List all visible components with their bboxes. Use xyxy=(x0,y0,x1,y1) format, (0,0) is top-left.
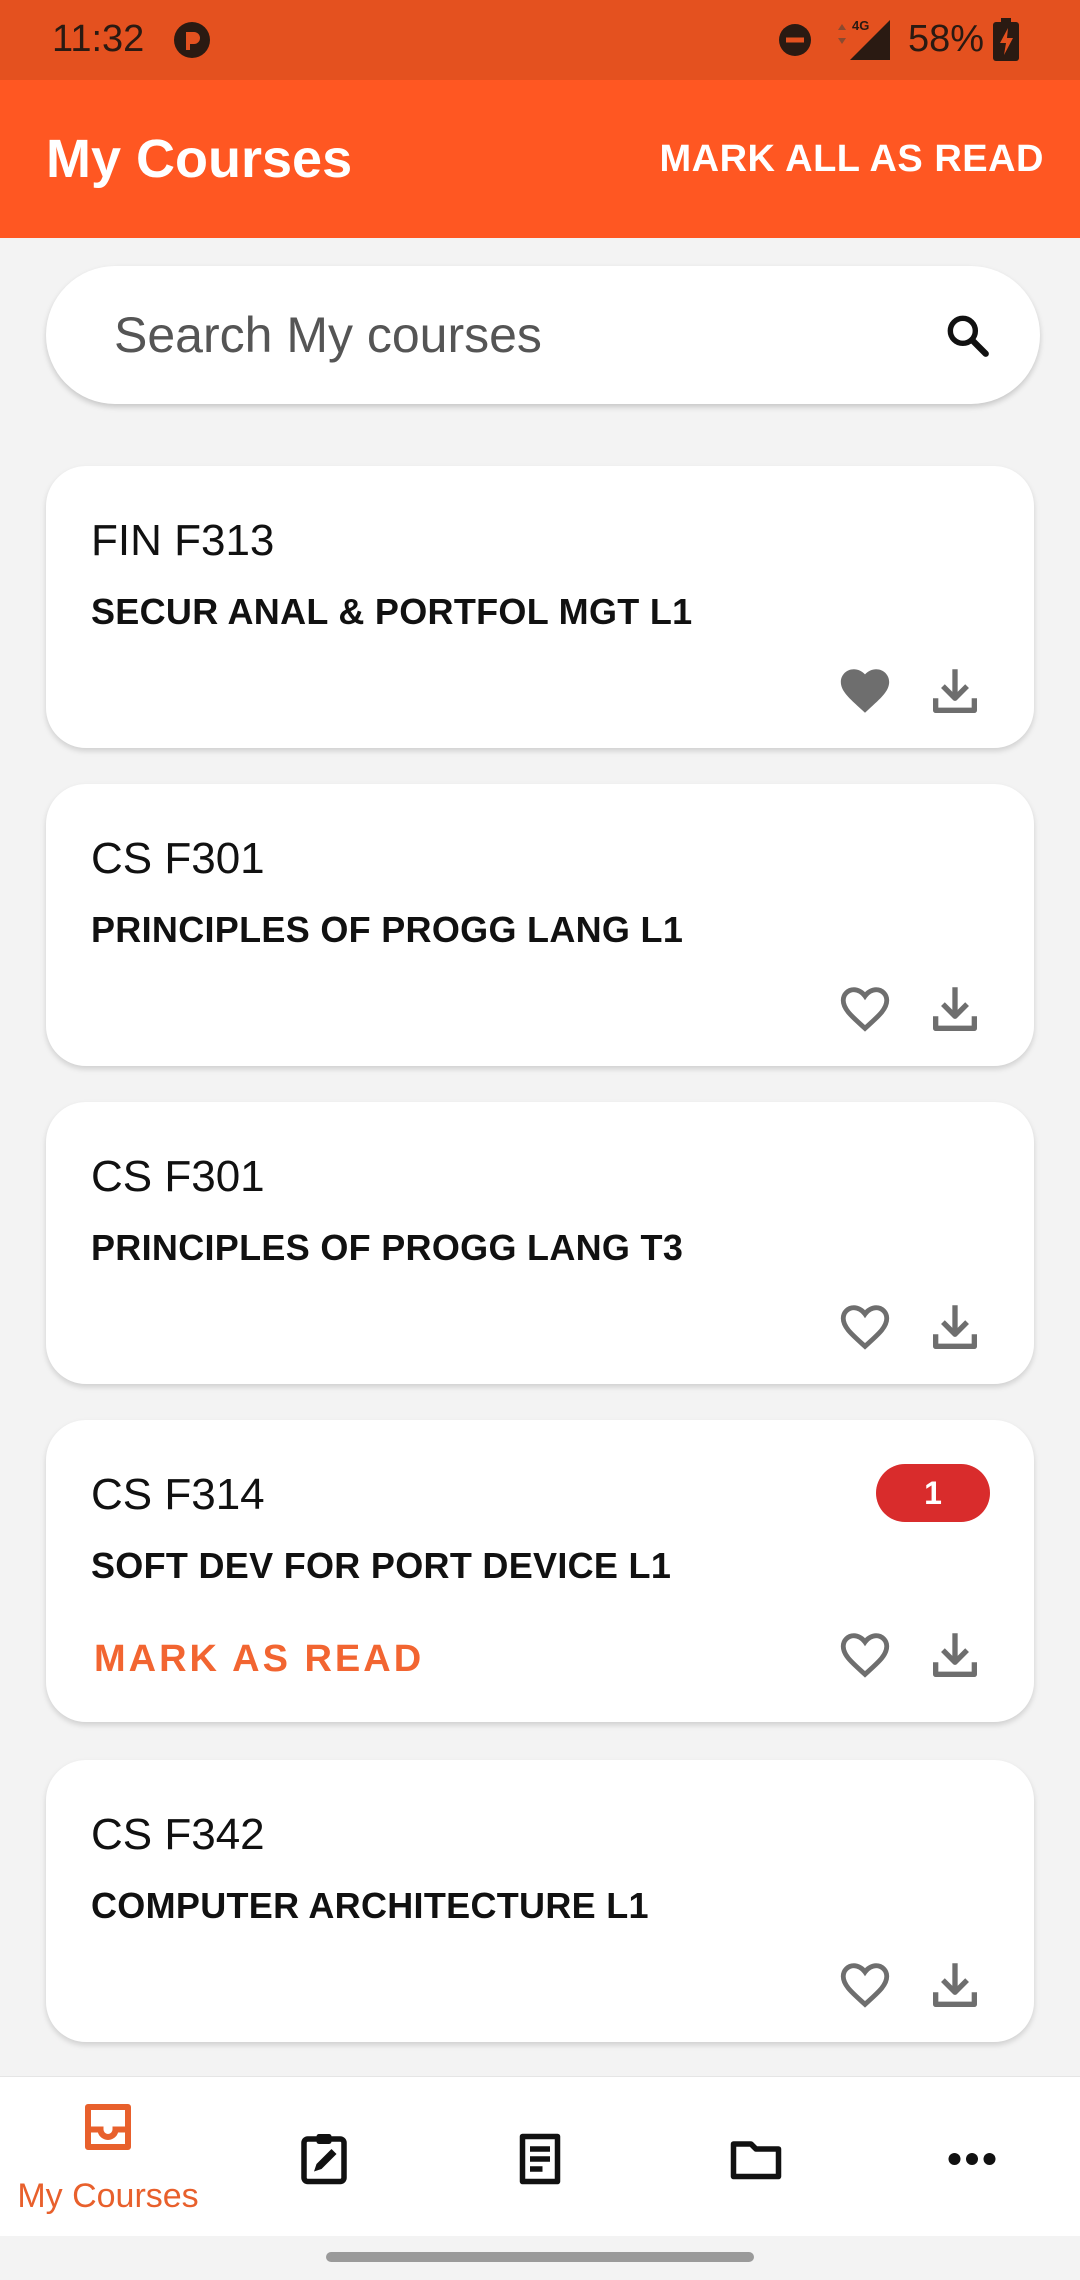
bottom-navigation: My Courses xyxy=(0,2076,1080,2236)
download-icon[interactable] xyxy=(926,980,984,1038)
more-icon[interactable] xyxy=(942,2129,1002,2189)
download-icon[interactable] xyxy=(926,1626,984,1684)
search-input[interactable]: Search My courses xyxy=(46,266,1040,404)
inbox-icon xyxy=(85,2104,131,2150)
signal-icon: 4G xyxy=(838,18,890,60)
download-icon[interactable] xyxy=(926,1956,984,2014)
course-card[interactable]: CS F301 PRINCIPLES OF PROGG LANG T3 xyxy=(46,1102,1034,1384)
course-code: FIN F313 xyxy=(91,516,275,565)
course-code: CS F301 xyxy=(91,1152,265,1201)
favorite-outline-icon[interactable] xyxy=(836,980,894,1038)
mark-as-read-button[interactable]: MARK AS READ xyxy=(94,1638,424,1681)
download-icon[interactable] xyxy=(926,1298,984,1356)
course-name: SOFT DEV FOR PORT DEVICE L1 xyxy=(91,1545,672,1586)
download-icon[interactable] xyxy=(926,662,984,720)
assignment-icon[interactable] xyxy=(294,2129,354,2189)
nav-item-my-courses[interactable]: My Courses xyxy=(0,2077,216,2237)
course-name: SECUR ANAL & PORTFOL MGT L1 xyxy=(91,591,693,632)
svg-text:4G: 4G xyxy=(852,18,869,33)
search-placeholder: Search My courses xyxy=(114,307,542,363)
course-card[interactable]: CS F301 PRINCIPLES OF PROGG LANG L1 xyxy=(46,784,1034,1066)
course-name: COMPUTER ARCHITECTURE L1 xyxy=(91,1885,649,1926)
course-card[interactable]: CS F342 COMPUTER ARCHITECTURE L1 xyxy=(46,1760,1034,2042)
course-card[interactable]: FIN F313 SECUR ANAL & PORTFOL MGT L1 xyxy=(46,466,1034,748)
course-name: PRINCIPLES OF PROGG LANG T3 xyxy=(91,1227,684,1268)
notes-icon[interactable] xyxy=(510,2129,570,2189)
favorite-filled-icon[interactable] xyxy=(836,662,894,720)
status-bar: 11:32 4G 58% xyxy=(0,0,1080,80)
search-icon[interactable] xyxy=(942,310,992,360)
unread-badge: 1 xyxy=(876,1464,990,1522)
course-code: CS F314 xyxy=(91,1470,265,1519)
favorite-outline-icon[interactable] xyxy=(836,1626,894,1684)
course-code: CS F301 xyxy=(91,834,265,883)
home-indicator[interactable] xyxy=(326,2252,754,2262)
app-bar: My Courses MARK ALL AS READ xyxy=(0,80,1080,238)
course-code: CS F342 xyxy=(91,1810,265,1859)
do-not-disturb-icon xyxy=(779,24,811,56)
course-name: PRINCIPLES OF PROGG LANG L1 xyxy=(91,909,684,950)
course-card[interactable]: CS F314 1 SOFT DEV FOR PORT DEVICE L1 MA… xyxy=(46,1420,1034,1722)
status-time: 11:32 xyxy=(52,18,145,60)
mark-all-read-button[interactable]: MARK ALL AS READ xyxy=(660,138,1044,181)
page-title: My Courses xyxy=(46,129,353,189)
battery-percent: 58% xyxy=(908,18,985,60)
folder-icon[interactable] xyxy=(726,2129,786,2189)
favorite-outline-icon[interactable] xyxy=(836,1298,894,1356)
battery-charging-icon xyxy=(993,18,1019,61)
favorite-outline-icon[interactable] xyxy=(836,1956,894,2014)
nav-label-my-courses: My Courses xyxy=(17,2177,199,2215)
app-notification-icon xyxy=(174,22,210,58)
